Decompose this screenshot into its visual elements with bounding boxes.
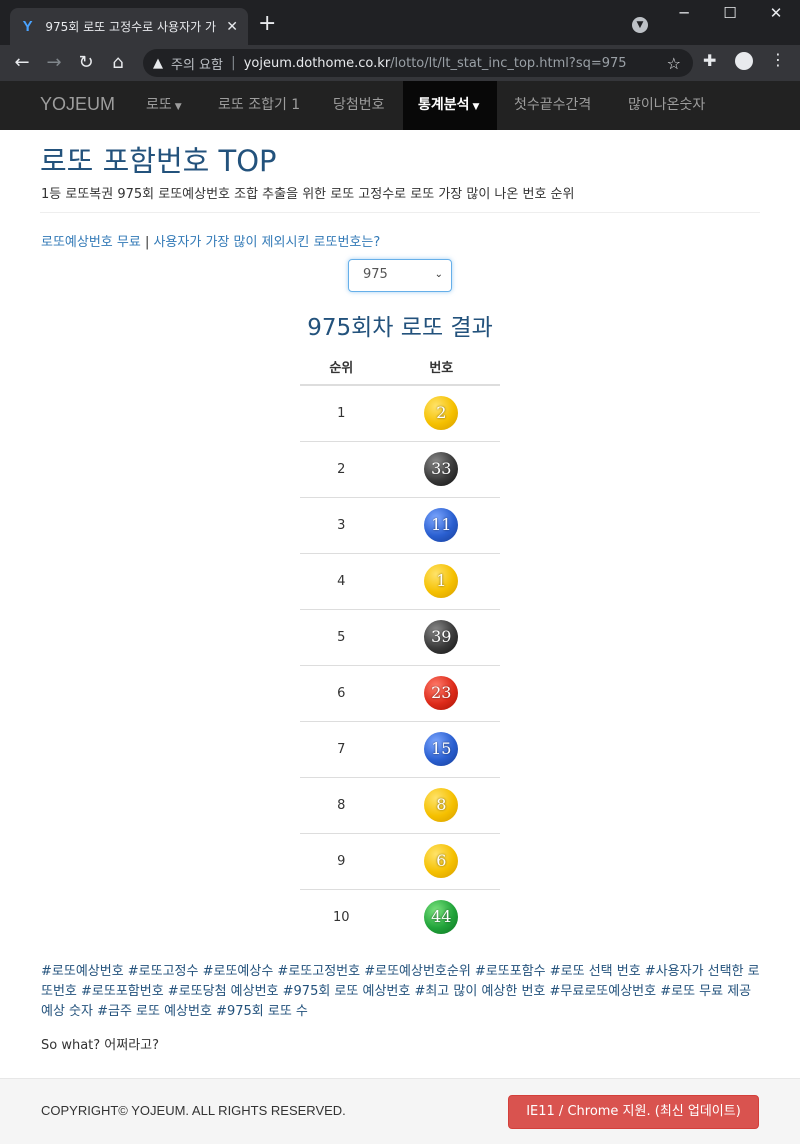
lotto-ball: 2 — [424, 396, 459, 431]
rank-cell: 1 — [300, 384, 383, 441]
nav-item-first-last-gap[interactable]: 첫수끝수간격 — [499, 81, 606, 130]
maximize-icon[interactable]: ☐ — [710, 4, 750, 22]
number-cell: 15 — [382, 720, 500, 777]
table-row: 2 33 — [300, 440, 500, 497]
hashtags: #로또예상번호 #로또고정수 #로또예상수 #로또고정번호 #로또예상번호순위 … — [41, 964, 760, 1019]
lotto-ball: 11 — [424, 508, 459, 542]
browser-support-button[interactable]: IE11 / Chrome 지원. (최신 업데이트) — [508, 1095, 759, 1129]
copyright: COPYRIGHT© YOJEUM. ALL RIGHTS RESERVED. — [41, 1103, 346, 1118]
rank-cell: 3 — [300, 496, 383, 553]
chevron-down-icon: ⌄ — [434, 269, 443, 280]
home-icon[interactable]: ⌂ — [106, 51, 130, 75]
table-row: 88 — [300, 776, 500, 833]
close-window-icon[interactable]: ✕ — [756, 4, 796, 22]
new-tab-button[interactable]: + — [258, 12, 276, 36]
page-title: 로또 포함번호 TOP — [40, 144, 277, 178]
yojeum-favicon-icon: Y — [22, 17, 33, 35]
number-cell: 8 — [382, 776, 500, 833]
nav-item-lotto[interactable]: 로또 ▼ — [131, 81, 197, 130]
caret-down-icon: ▼ — [472, 102, 480, 112]
rank-header: 순위 — [300, 348, 383, 386]
kebab-menu-icon[interactable]: ⋮ — [770, 50, 786, 69]
free-prediction-link[interactable]: 로또예상번호 무료 — [41, 235, 141, 250]
forward-icon[interactable]: → — [42, 51, 66, 75]
rank-cell: 8 — [300, 776, 383, 833]
table-row: 6 23 — [300, 664, 500, 721]
table-row: 3 11 — [300, 496, 500, 553]
rank-cell: 9 — [300, 832, 383, 889]
number-cell: 39 — [382, 608, 500, 665]
lotto-ball: 15 — [424, 732, 459, 766]
footer: COPYRIGHT© YOJEUM. ALL RIGHTS RESERVED. … — [0, 1078, 800, 1144]
nav-item-frequent-numbers[interactable]: 많이나온숫자 — [613, 81, 720, 130]
lotto-ball: 44 — [424, 900, 459, 935]
rank-cell: 6 — [300, 664, 383, 721]
table-row: 7 15 — [300, 720, 500, 777]
nav-item-winning-numbers[interactable]: 당첨번호 — [318, 81, 400, 130]
omnibox-divider: | — [230, 55, 236, 71]
tab-search-icon[interactable]: ▼ — [632, 17, 648, 33]
rank-cell: 7 — [300, 720, 383, 777]
nav-item-combiner[interactable]: 로또 조합기 1 — [203, 81, 315, 130]
number-cell: 1 — [382, 552, 500, 609]
nav-item-label: 로또 — [146, 97, 172, 113]
tab-close-icon[interactable]: ✕ — [226, 19, 238, 35]
nav-item-label: 통계분석 — [418, 97, 470, 113]
number-header: 번호 — [382, 348, 500, 386]
table-row: 5 39 — [300, 608, 500, 665]
rank-cell: 2 — [300, 440, 383, 497]
rank-table-body: 1 2 2 33 3 11 4 1 5 39 6 23 7 15 8 8 9 6 10 44 — [300, 384, 500, 945]
number-cell: 23 — [382, 664, 500, 721]
site-navbar: YOJEUM 로또 ▼ 로또 조합기 1 당첨번호 통계분석 ▼ 첫수끝수간격 많이… — [0, 81, 800, 130]
bookmark-star-icon[interactable]: ☆ — [667, 54, 681, 73]
rank-cell: 10 — [300, 888, 383, 945]
caret-down-icon: ▼ — [174, 102, 182, 112]
divider — [40, 212, 760, 213]
so-what-text: So what? 어쩌라고? — [41, 1038, 160, 1053]
lotto-ball: 8 — [424, 788, 459, 822]
round-select[interactable]: 975 ⌄ — [348, 259, 452, 292]
tab-title: 975회 로또 고정수로 사용자가 가 — [45, 20, 217, 34]
page-subtitle: 1등 로또복권 975회 로또예상번호 조합 추출을 위한 로또 고정수로 로또… — [41, 187, 575, 202]
site-brand[interactable]: YOJEUM — [40, 94, 115, 115]
profile-avatar-icon[interactable] — [735, 52, 753, 70]
page-links: 로또예상번호 무료 | 사용자가 가장 많이 제외시킨 로또번호는? — [41, 231, 380, 250]
rank-cell: 5 — [300, 608, 383, 665]
url-path[interactable]: /lotto/lt/lt_stat_inc_top.html?sq=975 — [390, 56, 626, 71]
table-row: 10 44 — [300, 888, 500, 945]
rank-cell: 4 — [300, 552, 383, 609]
warning-icon[interactable]: ▲ — [153, 56, 163, 71]
table-row: 41 — [300, 552, 500, 609]
lotto-ball: 33 — [424, 452, 459, 486]
round-select-value: 975 — [363, 267, 388, 282]
minimize-icon[interactable]: ─ — [664, 4, 704, 22]
address-bar[interactable]: ▲ 주의 요함 | yojeum.dothome.co.kr /lotto/lt… — [143, 49, 693, 77]
browser-tab[interactable]: Y 975회 로또 고정수로 사용자가 가 ✕ — [10, 8, 248, 45]
number-cell: 2 — [382, 384, 500, 441]
url-host[interactable]: yojeum.dothome.co.kr — [244, 56, 390, 71]
excluded-numbers-link[interactable]: 사용자가 가장 많이 제외시킨 로또번호는? — [153, 235, 380, 250]
lotto-ball: 6 — [424, 844, 459, 878]
reload-icon[interactable]: ↻ — [74, 51, 98, 75]
lotto-ball: 39 — [424, 620, 459, 654]
back-icon[interactable]: ← — [10, 51, 34, 75]
number-cell: 33 — [382, 440, 500, 497]
security-label[interactable]: 주의 요함 — [171, 54, 223, 73]
browser-titlebar: Y 975회 로또 고정수로 사용자가 가 ✕ + ▼ ─ ☐ ✕ — [0, 0, 800, 45]
number-cell: 44 — [382, 888, 500, 945]
lotto-ball: 23 — [424, 676, 459, 710]
link-separator: | — [140, 235, 154, 250]
result-title: 975회차 로또 결과 — [307, 315, 493, 341]
number-cell: 6 — [382, 832, 500, 889]
nav-item-statistics[interactable]: 통계분석 ▼ — [403, 81, 497, 130]
number-cell: 11 — [382, 496, 500, 553]
table-row: 12 — [300, 384, 500, 441]
table-row: 96 — [300, 832, 500, 889]
rank-table: 순위 번호 1 2 2 33 3 11 4 1 5 39 6 23 7 15 8 8 9 6 10 44 — [300, 348, 500, 945]
extensions-icon[interactable]: ✚ — [703, 51, 716, 70]
lotto-ball: 1 — [424, 564, 459, 598]
table-header-row: 순위 번호 — [300, 348, 500, 386]
browser-toolbar: ← → ↻ ⌂ ▲ 주의 요함 | yojeum.dothome.co.kr /… — [0, 45, 800, 81]
